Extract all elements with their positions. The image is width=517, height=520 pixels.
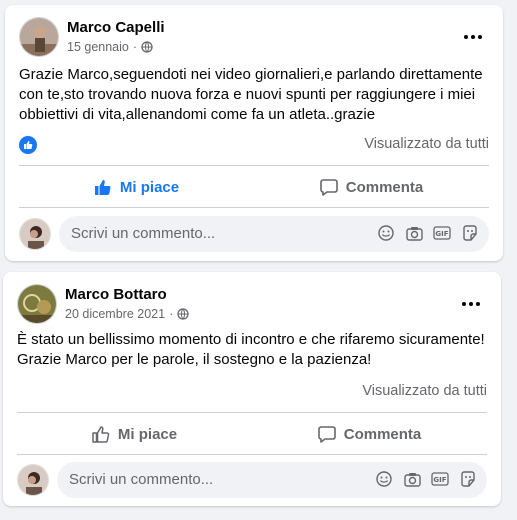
- globe-icon: [177, 308, 189, 320]
- reaction-summary: Visualizzato da tutti: [19, 132, 489, 156]
- camera-icon[interactable]: [403, 470, 421, 488]
- post-meta: 15 gennaio ·: [67, 40, 153, 54]
- comment-placeholder: Scrivi un commento...: [69, 471, 214, 488]
- author-avatar[interactable]: [17, 284, 57, 324]
- current-user-avatar[interactable]: [19, 218, 51, 250]
- author-name[interactable]: Marco Capelli: [67, 19, 165, 36]
- divider: [17, 454, 487, 455]
- globe-icon: [141, 41, 153, 53]
- like-label: Mi piace: [119, 178, 180, 196]
- like-button[interactable]: Mi piace: [17, 416, 252, 452]
- divider: [19, 165, 489, 166]
- like-icon[interactable]: [19, 136, 37, 154]
- more-options-button[interactable]: [455, 290, 487, 318]
- comment-icon: [319, 179, 338, 196]
- seen-by-label[interactable]: Visualizzato da tutti: [364, 136, 489, 152]
- author-name[interactable]: Marco Bottaro: [65, 286, 167, 303]
- like-label: Mi piace: [117, 425, 178, 443]
- post-card: Marco Capelli 15 gennaio · Grazie Marco,…: [5, 5, 503, 261]
- post-header: Marco Capelli 15 gennaio ·: [19, 17, 489, 59]
- divider: [19, 207, 489, 208]
- comment-composer: Scrivi un commento... GIF: [17, 462, 487, 498]
- svg-text:GIF: GIF: [433, 476, 446, 484]
- more-options-button[interactable]: [457, 23, 489, 51]
- thumbs-up-icon: [92, 426, 110, 443]
- post-header: Marco Bottaro 20 dicembre 2021 ·: [17, 284, 487, 326]
- comment-label: Commenta: [345, 178, 424, 196]
- post-date[interactable]: 15 gennaio: [67, 40, 129, 54]
- comment-input[interactable]: Scrivi un commento... GIF: [59, 216, 489, 252]
- svg-text:GIF: GIF: [435, 230, 448, 238]
- comment-icon: [317, 426, 336, 443]
- thumbs-up-icon: [94, 180, 111, 195]
- post-date[interactable]: 20 dicembre 2021: [65, 307, 165, 321]
- author-avatar[interactable]: [19, 17, 59, 57]
- comment-button[interactable]: Commenta: [254, 169, 489, 205]
- comment-input[interactable]: Scrivi un commento... GIF: [57, 462, 487, 498]
- comment-label: Commenta: [343, 425, 422, 443]
- smiley-icon[interactable]: [375, 470, 393, 488]
- camera-icon[interactable]: [405, 224, 423, 242]
- seen-by-label[interactable]: Visualizzato da tutti: [362, 383, 487, 399]
- comment-tools: GIF: [375, 470, 477, 488]
- sticker-icon[interactable]: [459, 470, 477, 488]
- post-text: Grazie Marco,seguendoti nei video giorna…: [19, 66, 483, 123]
- like-button[interactable]: Mi piace: [19, 169, 254, 205]
- gif-icon[interactable]: GIF: [431, 470, 449, 488]
- comment-tools: GIF: [377, 224, 479, 242]
- comment-composer: Scrivi un commento... GIF: [19, 216, 489, 252]
- comment-placeholder: Scrivi un commento...: [71, 225, 216, 242]
- post-card: Marco Bottaro 20 dicembre 2021 · È stato…: [3, 272, 501, 506]
- sticker-icon[interactable]: [461, 224, 479, 242]
- current-user-avatar[interactable]: [17, 464, 49, 496]
- gif-icon[interactable]: GIF: [433, 224, 451, 242]
- smiley-icon[interactable]: [377, 224, 395, 242]
- post-meta: 20 dicembre 2021 ·: [65, 307, 189, 321]
- comment-button[interactable]: Commenta: [252, 416, 487, 452]
- reaction-summary: Visualizzato da tutti: [17, 379, 487, 403]
- post-actions: Mi piace Commenta: [19, 169, 489, 205]
- post-text: È stato un bellissimo momento di incontr…: [17, 331, 485, 368]
- post-actions: Mi piace Commenta: [17, 416, 487, 452]
- divider: [17, 412, 487, 413]
